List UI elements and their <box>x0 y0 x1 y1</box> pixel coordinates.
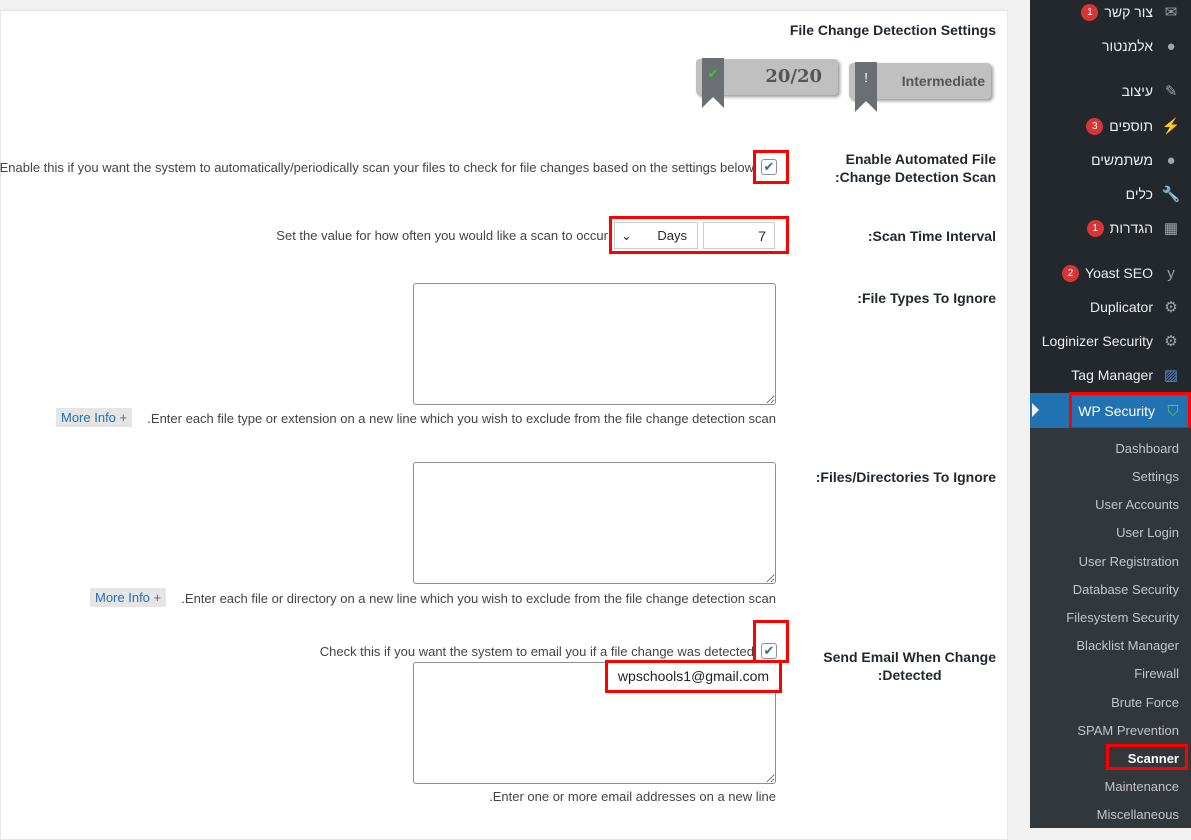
email-label: Send Email When Change :Detected <box>823 648 996 684</box>
active-arrow-icon <box>1032 403 1039 417</box>
sidebar-item-label: צור קשר <box>1104 4 1153 20</box>
sidebar-item-label: WP Security <box>1078 403 1155 419</box>
sidebar-item-label: Duplicator <box>1089 299 1153 315</box>
sidebar-item-elementor[interactable]: אלמנטור ● <box>1030 29 1191 63</box>
email-value[interactable]: wpschools1@gmail.com <box>605 660 782 693</box>
sidebar-item-contact[interactable]: 1 צור קשר ✉ <box>1030 0 1191 29</box>
score-text: 20/20 <box>765 66 822 87</box>
sidebar-item-label: כלים <box>1125 186 1153 202</box>
sidebar-item-label: תוספים <box>1109 118 1153 134</box>
sidebar-item-label: משתמשים <box>1091 152 1153 168</box>
sidebar-item-duplicator[interactable]: Duplicator ⚙ <box>1030 290 1191 324</box>
shield-icon: ⛉ <box>1167 402 1179 420</box>
sidebar-item-label: Tag Manager <box>1071 367 1153 383</box>
files-dirs-label: :Files/Directories To Ignore <box>815 469 996 485</box>
sidebar-item-users[interactable]: משתמשים ● <box>1030 143 1191 177</box>
count-badge: 1 <box>1086 219 1104 237</box>
sidebar-item-settings[interactable]: 1 הגדרות ▦ <box>1030 211 1191 245</box>
envelope-icon: ✉ <box>1164 4 1178 21</box>
label-line: Enable Automated File <box>845 151 996 167</box>
submenu-settings[interactable]: Settings <box>1132 469 1179 484</box>
level-text: Intermediate <box>901 73 985 89</box>
interval-unit-select[interactable]: ⌄ Days <box>614 222 698 249</box>
sidebar-item-label: Yoast SEO <box>1085 265 1153 281</box>
interval-input[interactable]: 7 <box>703 222 775 249</box>
submenu-database-security[interactable]: Database Security <box>1073 582 1179 597</box>
sidebar-item-tag-manager[interactable]: Tag Manager ▨ <box>1030 358 1191 392</box>
label-line: Send Email When Change <box>823 649 996 665</box>
elementor-icon: ● <box>1166 37 1176 55</box>
more-info-button[interactable]: More Info + <box>56 408 133 427</box>
submenu-miscellaneous[interactable]: Miscellaneous <box>1097 807 1179 822</box>
sidebar-item-wp-security[interactable]: WP Security ⛉ <box>1069 392 1191 430</box>
label-line: :Detected <box>877 667 942 683</box>
sidebar-item-label: הגדרות <box>1109 220 1153 236</box>
files-dirs-desc: .Enter each file or directory on a new l… <box>181 591 776 606</box>
wrench-icon: 🔧 <box>1161 186 1181 203</box>
gear-icon: ⚙ <box>1164 333 1178 350</box>
submenu-scanner[interactable]: Scanner <box>1106 744 1188 770</box>
user-icon: ● <box>1166 151 1176 169</box>
submenu: Dashboard Settings User Accounts User Lo… <box>1030 428 1191 828</box>
count-badge: 3 <box>1086 117 1104 135</box>
more-info-button[interactable]: More Info + <box>90 588 167 607</box>
count-badge: 1 <box>1081 3 1099 21</box>
more-info-label: More Info <box>95 590 150 605</box>
submenu-brute-force[interactable]: Brute Force <box>1111 695 1179 710</box>
file-types-desc: .Enter each file type or extension on a … <box>147 411 776 426</box>
enable-scan-label: Enable Automated File :Change Detection S… <box>835 150 996 186</box>
interval-label: :Scan Time Interval <box>867 228 996 244</box>
sidebar-item-label: עיצוב <box>1121 83 1153 99</box>
submenu-spam-prevention[interactable]: SPAM Prevention <box>1077 723 1179 738</box>
email-hint: .Enter one or more email addresses on a … <box>489 789 776 804</box>
submenu-user-login[interactable]: User Login <box>1116 525 1179 540</box>
file-types-label: :File Types To Ignore <box>857 290 996 306</box>
submenu-maintenance[interactable]: Maintenance <box>1105 779 1179 794</box>
settings-icon: ▦ <box>1163 220 1179 237</box>
files-dirs-textarea[interactable] <box>413 462 776 584</box>
submenu-blacklist-manager[interactable]: Blacklist Manager <box>1076 638 1179 653</box>
unit-value: Days <box>657 228 687 243</box>
sidebar-item-yoast[interactable]: 2 Yoast SEO y <box>1030 256 1191 290</box>
submenu-user-registration[interactable]: User Registration <box>1079 554 1179 569</box>
more-info-label: More Info <box>61 410 116 425</box>
sidebar-item-appearance[interactable]: עיצוב ✎ <box>1030 74 1191 108</box>
chevron-down-icon: ⌄ <box>621 227 632 243</box>
sidebar-item-label: אלמנטור <box>1102 38 1153 54</box>
enable-scan-desc: Enable this if you want the system to au… <box>0 160 754 175</box>
file-types-textarea[interactable] <box>413 283 776 405</box>
email-checkbox[interactable]: ✔ <box>761 643 777 659</box>
sidebar-item-tools[interactable]: כלים 🔧 <box>1030 177 1191 211</box>
yoast-icon: y <box>1167 264 1175 282</box>
email-desc: Check this if you want the system to ema… <box>319 644 754 659</box>
plus-icon: + <box>153 590 162 605</box>
brush-icon: ✎ <box>1164 83 1178 100</box>
submenu-filesystem-security[interactable]: Filesystem Security <box>1066 610 1179 625</box>
submenu-dashboard[interactable]: Dashboard <box>1115 441 1179 456</box>
plus-icon: + <box>119 410 128 425</box>
duplicator-icon: ⚙ <box>1164 299 1178 316</box>
enable-scan-checkbox[interactable]: ✔ <box>761 159 777 175</box>
section-title: File Change Detection Settings <box>789 22 996 38</box>
submenu-firewall[interactable]: Firewall <box>1134 666 1179 681</box>
count-badge: 2 <box>1062 264 1080 282</box>
tag-manager-icon: ▨ <box>1163 367 1179 384</box>
label-line: :Change Detection Scan <box>834 169 996 185</box>
sidebar-item-loginizer[interactable]: Loginizer Security ⚙ <box>1030 324 1191 358</box>
sidebar-item-plugins[interactable]: 3 תוספים ⚡ <box>1030 109 1191 143</box>
submenu-user-accounts[interactable]: User Accounts <box>1095 497 1179 512</box>
interval-desc: Set the value for how often you would li… <box>276 228 608 243</box>
sidebar-item-label: Loginizer Security <box>1041 333 1153 349</box>
plugin-icon: ⚡ <box>1161 118 1181 135</box>
